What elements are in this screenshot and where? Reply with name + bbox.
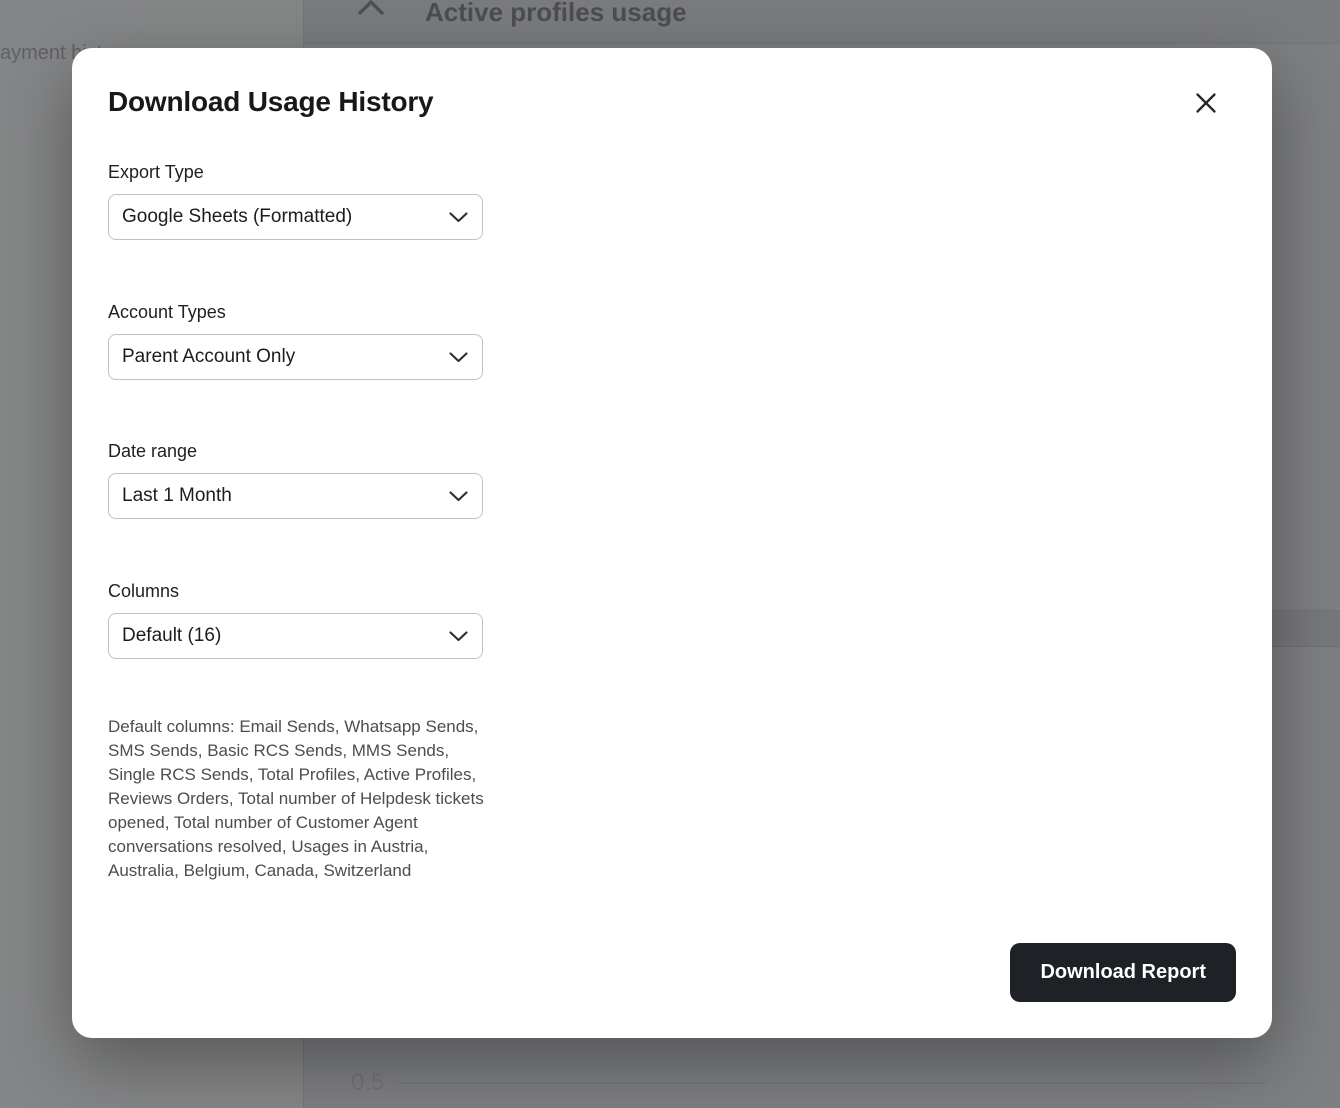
- download-report-button[interactable]: Download Report: [1010, 943, 1236, 1002]
- chart-gridline: [398, 1082, 1266, 1084]
- date-range-label: Date range: [108, 440, 483, 462]
- columns-label: Columns: [108, 580, 483, 602]
- download-report-label: Download Report: [1040, 961, 1206, 984]
- dialog-title: Download Usage History: [108, 86, 433, 118]
- close-icon: [1195, 92, 1217, 114]
- chevron-up-icon: [357, 0, 385, 18]
- chevron-down-icon: [449, 352, 468, 363]
- export-type-field: Export Type Google Sheets (Formatted): [108, 161, 483, 240]
- export-type-label: Export Type: [108, 161, 483, 183]
- columns-select[interactable]: Default (16): [108, 613, 483, 659]
- columns-selected-value: Default (16): [122, 625, 221, 647]
- account-types-field: Account Types Parent Account Only: [108, 301, 483, 380]
- export-type-selected-value: Google Sheets (Formatted): [122, 206, 352, 228]
- date-range-select[interactable]: Last 1 Month: [108, 473, 483, 519]
- account-types-selected-value: Parent Account Only: [122, 346, 295, 368]
- close-button[interactable]: [1190, 87, 1222, 119]
- chevron-down-icon: [449, 212, 468, 223]
- chevron-down-icon: [449, 631, 468, 642]
- columns-field: Columns Default (16): [108, 580, 483, 659]
- section-title-active-profiles-usage: Active profiles usage: [425, 0, 687, 27]
- download-usage-history-dialog: Download Usage History Export Type Googl…: [72, 48, 1272, 1038]
- date-range-field: Date range Last 1 Month: [108, 440, 483, 519]
- account-types-select[interactable]: Parent Account Only: [108, 334, 483, 380]
- export-type-select[interactable]: Google Sheets (Formatted): [108, 194, 483, 240]
- account-types-label: Account Types: [108, 301, 483, 323]
- date-range-selected-value: Last 1 Month: [122, 485, 232, 507]
- default-columns-description: Default columns: Email Sends, Whatsapp S…: [108, 715, 486, 883]
- chart-y-axis-tick: 0.5: [351, 1070, 384, 1096]
- chevron-down-icon: [449, 491, 468, 502]
